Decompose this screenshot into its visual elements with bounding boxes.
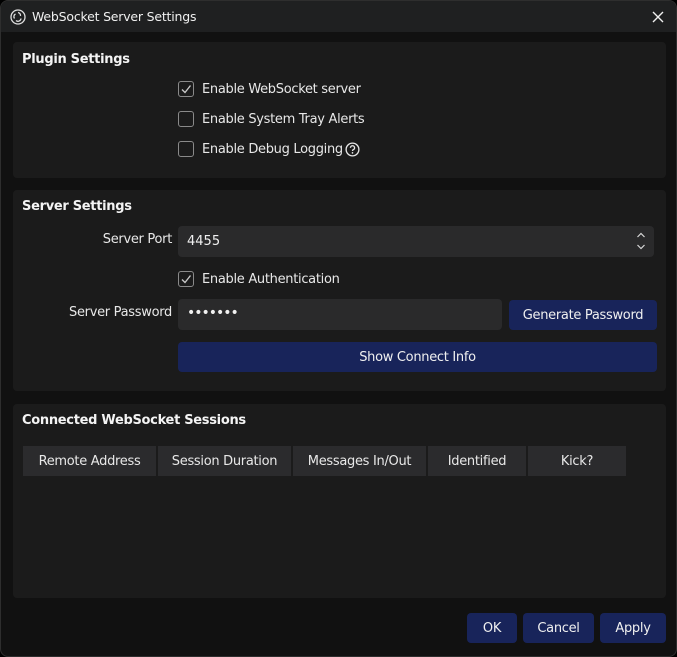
close-icon[interactable] bbox=[648, 7, 668, 27]
column-identified[interactable]: Identified bbox=[428, 446, 526, 476]
column-session-duration[interactable]: Session Duration bbox=[158, 446, 291, 476]
plugin-settings-title: Plugin Settings bbox=[22, 52, 130, 67]
enable-websocket-server-checkbox[interactable]: Enable WebSocket server bbox=[178, 80, 361, 98]
cancel-button[interactable]: Cancel bbox=[523, 613, 594, 643]
checkbox-box[interactable] bbox=[178, 141, 194, 157]
checkbox-box[interactable] bbox=[178, 271, 194, 287]
server-port-value: 4455 bbox=[187, 234, 221, 249]
sessions-table-header: Remote Address Session Duration Messages… bbox=[23, 446, 628, 476]
server-password-value: ••••••• bbox=[187, 305, 239, 321]
checkmark-icon bbox=[181, 85, 192, 94]
column-remote-address[interactable]: Remote Address bbox=[23, 446, 156, 476]
checkbox-label: Enable System Tray Alerts bbox=[202, 111, 365, 127]
show-connect-info-button[interactable]: Show Connect Info bbox=[178, 342, 657, 372]
ok-button[interactable]: OK bbox=[467, 613, 517, 643]
server-settings-group: Server Settings Server Port 4455 Enable … bbox=[13, 190, 666, 391]
server-password-input[interactable]: ••••••• bbox=[178, 299, 502, 330]
server-password-label: Server Password bbox=[69, 305, 172, 320]
spin-arrows-icon[interactable] bbox=[636, 229, 646, 253]
apply-button[interactable]: Apply bbox=[600, 613, 666, 643]
enable-authentication-checkbox[interactable]: Enable Authentication bbox=[178, 270, 340, 288]
settings-dialog: WebSocket Server Settings Plugin Setting… bbox=[0, 0, 677, 657]
checkbox-label: Enable Authentication bbox=[202, 271, 340, 287]
server-port-spinbox[interactable]: 4455 bbox=[178, 226, 654, 257]
checkbox-label: Enable Debug Logging bbox=[202, 141, 343, 157]
connected-sessions-title: Connected WebSocket Sessions bbox=[22, 413, 246, 428]
column-kick[interactable]: Kick? bbox=[528, 446, 626, 476]
title-bar: WebSocket Server Settings bbox=[1, 1, 676, 32]
obs-logo-icon bbox=[10, 9, 26, 25]
column-messages-in-out[interactable]: Messages In/Out bbox=[293, 446, 426, 476]
checkbox-box[interactable] bbox=[178, 81, 194, 97]
server-settings-title: Server Settings bbox=[22, 199, 132, 214]
enable-debug-logging-checkbox[interactable]: Enable Debug Logging bbox=[178, 140, 360, 158]
generate-password-button[interactable]: Generate Password bbox=[509, 300, 657, 330]
checkbox-label: Enable WebSocket server bbox=[202, 81, 361, 97]
server-port-label: Server Port bbox=[102, 232, 173, 247]
enable-system-tray-alerts-checkbox[interactable]: Enable System Tray Alerts bbox=[178, 110, 365, 128]
plugin-settings-group: Plugin Settings Enable WebSocket server … bbox=[13, 42, 666, 178]
help-circle-icon[interactable] bbox=[345, 141, 360, 157]
connected-sessions-group: Connected WebSocket Sessions Remote Addr… bbox=[13, 404, 666, 598]
window-title: WebSocket Server Settings bbox=[32, 9, 197, 24]
checkbox-box[interactable] bbox=[178, 111, 194, 127]
checkmark-icon bbox=[181, 275, 192, 284]
